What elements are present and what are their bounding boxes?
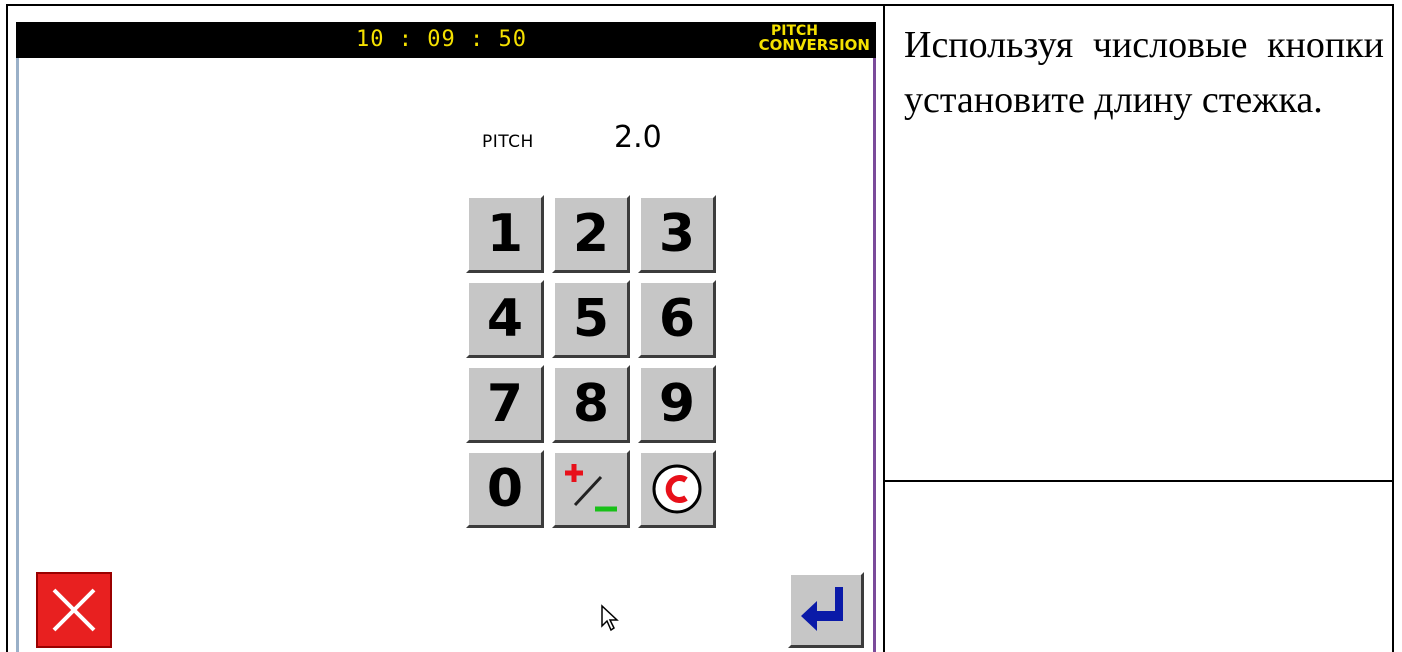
- cancel-button[interactable]: [36, 572, 112, 648]
- key-label: 0: [486, 459, 524, 519]
- key-7[interactable]: 7: [466, 365, 544, 443]
- mode-title: PITCH CONVERSION: [700, 24, 870, 54]
- key-label: 6: [658, 289, 696, 349]
- clear-button[interactable]: [638, 450, 716, 528]
- enter-icon: [801, 587, 843, 631]
- key-label: 5: [572, 289, 610, 349]
- pitch-label: PITCH: [482, 132, 534, 152]
- key-label: 2: [572, 204, 610, 264]
- instruction-text: Используя числовые кнопки установите дли…: [904, 24, 1384, 121]
- key-5[interactable]: 5: [552, 280, 630, 358]
- status-bar: 10 : 09 : 50 PITCH CONVERSION: [16, 22, 876, 58]
- key-0[interactable]: 0: [466, 450, 544, 528]
- key-9[interactable]: 9: [638, 365, 716, 443]
- clock: 10 : 09 : 50: [356, 27, 527, 52]
- key-3[interactable]: 3: [638, 195, 716, 273]
- key-label: 7: [486, 374, 524, 434]
- mode-title-line2: CONVERSION: [758, 36, 870, 54]
- machine-screen: [16, 22, 876, 652]
- key-label: 8: [572, 374, 610, 434]
- pitch-value[interactable]: 2.0: [614, 120, 662, 155]
- table-row-divider: [885, 480, 1394, 482]
- mouse-cursor-icon: [601, 604, 619, 632]
- close-icon: [52, 588, 96, 632]
- plus-minus-button[interactable]: [552, 450, 630, 528]
- key-label: 3: [658, 204, 696, 264]
- key-1[interactable]: 1: [466, 195, 544, 273]
- key-8[interactable]: 8: [552, 365, 630, 443]
- key-4[interactable]: 4: [466, 280, 544, 358]
- key-label: 1: [486, 204, 524, 264]
- table-column-divider: [883, 4, 885, 652]
- enter-button[interactable]: [788, 572, 864, 648]
- key-6[interactable]: 6: [638, 280, 716, 358]
- key-label: 9: [658, 374, 696, 434]
- clear-icon: [652, 464, 702, 514]
- plus-minus-icon: [565, 464, 617, 512]
- key-label: 4: [486, 289, 524, 349]
- key-2[interactable]: 2: [552, 195, 630, 273]
